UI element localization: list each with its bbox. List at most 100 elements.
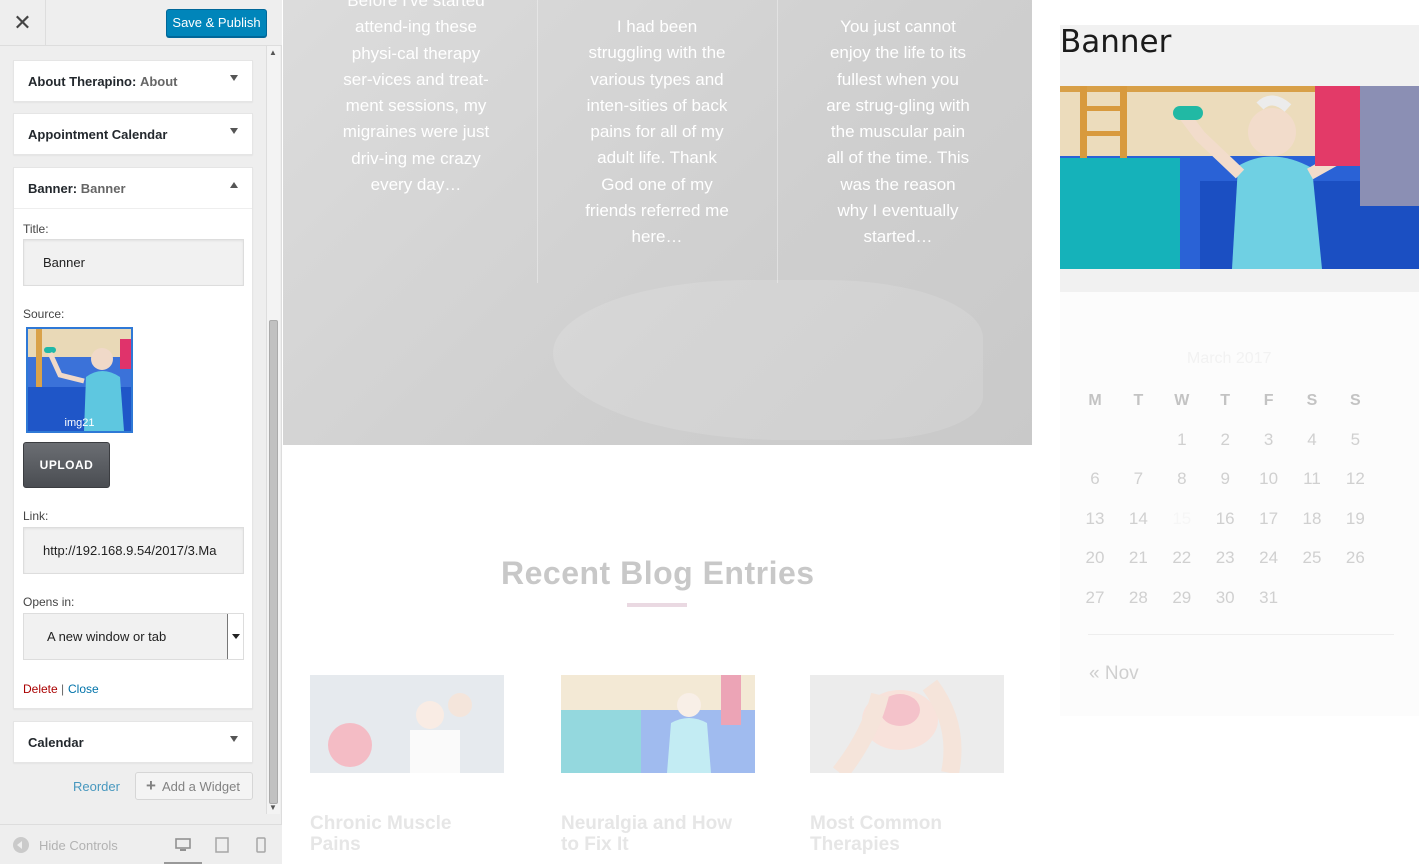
site-preview: Before I've started attend-ing these phy… (283, 0, 1419, 864)
calendar-date: 6 (1090, 469, 1100, 489)
blog-image-2 (561, 675, 755, 773)
blog-post-image[interactable] (561, 675, 755, 773)
calendar-date: 12 (1345, 469, 1365, 489)
widget-banner: Banner: Banner Title: Banner Source: img… (13, 167, 253, 709)
calendar-prev-month-link[interactable]: « Nov (1089, 663, 1139, 685)
calendar-date: 26 (1345, 548, 1365, 568)
tablet-icon[interactable] (214, 837, 230, 853)
opens-in-value: A new window or tab (47, 629, 167, 644)
link-input[interactable]: http://192.168.9.54/2017/3.Ma (23, 527, 244, 574)
scrollbar-thumb[interactable] (269, 320, 278, 804)
widget-appointment-title: Appointment Calendar (28, 126, 168, 142)
widget-appointment-calendar[interactable]: Appointment Calendar (13, 113, 253, 155)
calendar-date: 18 (1302, 508, 1322, 528)
link-separator: | (61, 682, 65, 696)
blog-post-title[interactable]: Neuralgia and How to Fix It (561, 813, 751, 855)
link-field-label: Link: (23, 509, 49, 523)
image-name-caption: img21 (64, 417, 95, 429)
widget-banner-header[interactable]: Banner: Banner (14, 168, 252, 209)
calendar-date: 29 (1172, 587, 1192, 607)
blog-post-title[interactable]: Chronic Muscle Pains (310, 813, 500, 855)
blog-post-title[interactable]: Most Common Therapies (810, 813, 1000, 855)
calendar-date: 17 (1259, 508, 1279, 528)
widget-about-header[interactable]: About Therapino: About (14, 61, 252, 101)
calendar-weekday: M (1088, 392, 1102, 409)
add-widget-button[interactable]: + Add a Widget (135, 772, 253, 800)
calendar-date: 3 (1263, 430, 1274, 449)
hide-controls-button[interactable]: Hide Controls (13, 837, 118, 853)
scroll-down-icon[interactable]: ▼ (269, 803, 277, 812)
calendar-date: 19 (1345, 508, 1365, 528)
customizer-window: ✕ Save & Publish About Therapino: About … (0, 0, 1419, 864)
blog-post-image[interactable] (810, 675, 1004, 773)
calendar-date: 22 (1172, 548, 1192, 568)
close-widget-link[interactable]: Close (68, 682, 99, 696)
heading-underline (627, 603, 687, 607)
calendar-date: 9 (1220, 469, 1230, 489)
close-icon: ✕ (13, 10, 32, 35)
widget-calendar[interactable]: Calendar (13, 721, 253, 763)
calendar-date: 13 (1085, 508, 1105, 528)
blog-image-1 (310, 675, 504, 773)
testimonial-quote: I had been struggling with the various t… (585, 17, 729, 247)
delete-widget-link[interactable]: Delete (23, 682, 58, 696)
calendar-date: 20 (1085, 548, 1105, 568)
calendar-date: 1 (1177, 430, 1187, 449)
calendar-date: 10 (1259, 469, 1279, 489)
banner-image[interactable] (1060, 86, 1419, 269)
blog-post-image[interactable] (310, 675, 504, 773)
calendar-date: 15 (1172, 508, 1192, 528)
quote-divider (537, 0, 538, 283)
calendar-date: 7 (1133, 469, 1144, 489)
calendar-date: 4 (1307, 430, 1317, 449)
title-input[interactable]: Banner (23, 239, 244, 286)
calendar-date: 5 (1350, 430, 1361, 449)
source-image-thumbnail[interactable]: img21 (26, 327, 133, 433)
quote-divider (777, 0, 778, 283)
banner-image-preview (28, 329, 131, 431)
testimonial-quote: You just cannot enjoy the life to its fu… (826, 17, 970, 247)
blog-image-3 (810, 675, 1004, 773)
calendar-weekday: S (1306, 392, 1318, 409)
calendar-weekday: F (1263, 392, 1274, 409)
banner-photo (1060, 86, 1419, 269)
calendar-date: 2 (1220, 430, 1230, 449)
source-field-label: Source: (23, 307, 65, 321)
calendar-month-caption: March 2017 (1187, 350, 1272, 367)
blog-section-heading: Recent Blog Entries (501, 555, 815, 591)
widget-calendar-header[interactable]: Calendar (14, 722, 252, 762)
background-hands-image (553, 280, 983, 440)
calendar-date: 24 (1259, 548, 1279, 568)
widget-appointment-header[interactable]: Appointment Calendar (14, 114, 252, 154)
upload-button[interactable]: UPLOAD (23, 442, 110, 488)
opens-in-select[interactable]: A new window or tab (23, 613, 244, 660)
banner-widget-heading: Banner (1060, 24, 1172, 60)
sidebar-scrollbar[interactable]: ▲ ▼ (266, 46, 280, 814)
collapse-arrow-icon (13, 837, 29, 853)
calendar-date: 16 (1215, 508, 1235, 528)
calendar-date: 14 (1128, 508, 1148, 528)
chevron-up-icon[interactable] (230, 182, 238, 188)
chevron-down-icon[interactable] (230, 736, 238, 742)
widget-about[interactable]: About Therapino: About (13, 60, 253, 102)
calendar-date: 11 (1303, 469, 1321, 489)
calendar-date: 28 (1128, 587, 1148, 607)
testimonial-quote: Before I've started attend-ing these phy… (342, 0, 490, 195)
calendar-weekday: T (1133, 392, 1144, 409)
chevron-down-icon[interactable] (230, 128, 238, 134)
calendar-date: 23 (1215, 548, 1235, 568)
mobile-icon[interactable] (253, 837, 269, 853)
customizer-sidebar: ✕ Save & Publish About Therapino: About … (0, 0, 282, 864)
calendar-date: 31 (1259, 587, 1279, 607)
scroll-up-icon[interactable]: ▲ (269, 48, 277, 57)
desktop-icon[interactable] (175, 837, 191, 853)
chevron-down-icon[interactable] (227, 614, 243, 659)
close-customizer-button[interactable]: ✕ (0, 0, 46, 46)
reorder-link[interactable]: Reorder (73, 779, 120, 794)
calendar-divider (1088, 634, 1394, 635)
customizer-footer: Hide Controls (0, 824, 282, 864)
widget-about-title: About Therapino: (28, 73, 137, 89)
chevron-down-icon[interactable] (230, 75, 238, 81)
widgets-panel: About Therapino: About Appointment Calen… (0, 46, 266, 824)
save-publish-button[interactable]: Save & Publish (166, 9, 267, 37)
